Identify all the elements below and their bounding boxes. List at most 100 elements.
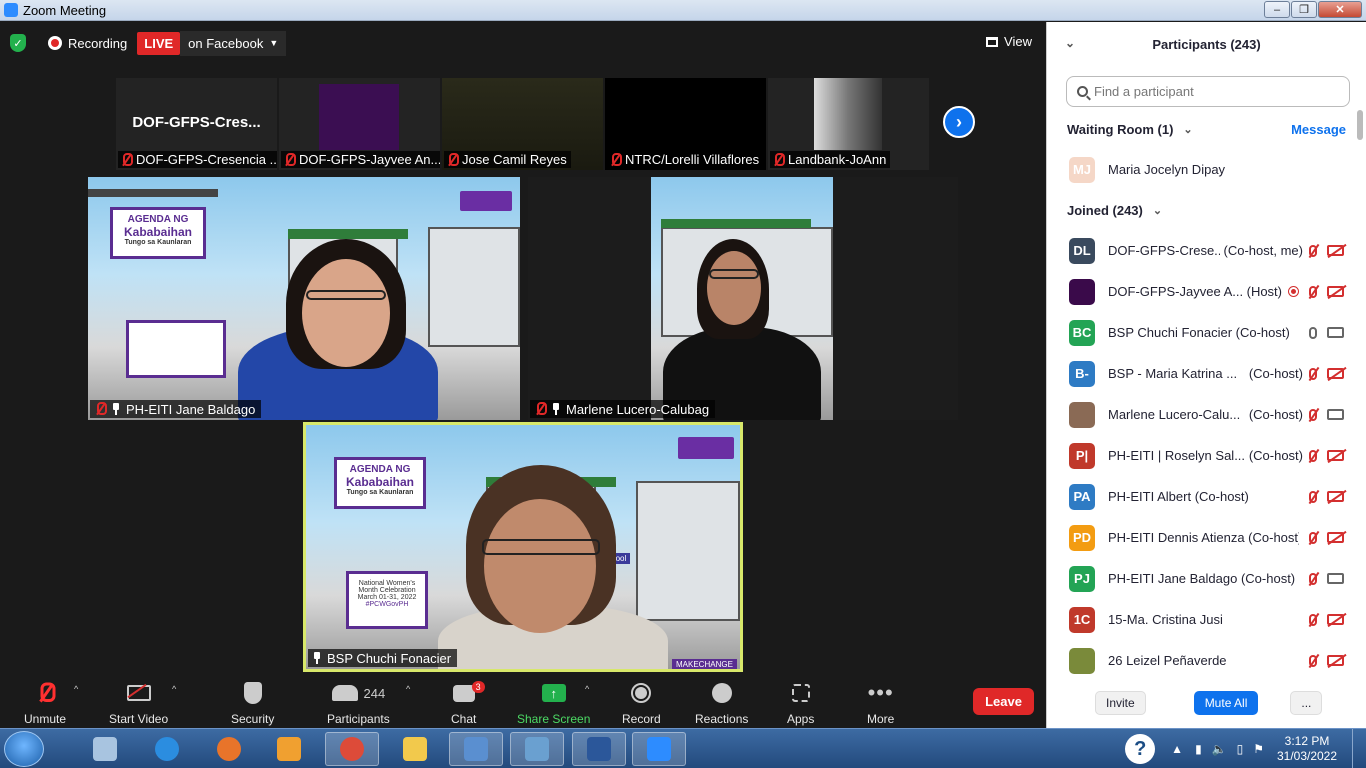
- participant-thumbnail[interactable]: Jose Camil Reyes: [442, 78, 603, 170]
- taskbar-word-button[interactable]: [572, 732, 626, 766]
- video-off-icon: [1327, 450, 1344, 461]
- next-page-button[interactable]: ›: [943, 106, 975, 138]
- participant-thumbnail[interactable]: DOF-GFPS-Cres... DOF-GFPS-Cresencia ...: [116, 78, 277, 170]
- encryption-shield-icon[interactable]: ✓: [10, 34, 26, 52]
- collapse-panel-icon[interactable]: ⌄: [1065, 36, 1075, 50]
- restore-button[interactable]: ❐: [1291, 1, 1317, 18]
- participant-row[interactable]: B- BSP - Maria Katrina ... (Co-host): [1047, 353, 1366, 394]
- security-label: Security: [231, 712, 275, 726]
- smiley-plus-icon: [711, 683, 732, 703]
- participant-role: (Host): [1246, 284, 1282, 299]
- invite-button[interactable]: Invite: [1095, 691, 1146, 715]
- participant-row[interactable]: PA PH-EITI Albert (Co-host): [1047, 476, 1366, 517]
- close-button[interactable]: ✕: [1318, 1, 1362, 18]
- live-badge[interactable]: LIVE: [137, 31, 181, 55]
- joined-header[interactable]: Joined (243) ⌄: [1047, 190, 1366, 230]
- chat-button[interactable]: 3 Chat: [451, 680, 485, 726]
- recording-indicator[interactable]: Recording: [48, 36, 127, 51]
- start-video-button[interactable]: Start Video: [109, 680, 168, 726]
- board-line: National Women's: [358, 580, 416, 587]
- flag-icon[interactable]: ⚑: [1253, 742, 1264, 756]
- taskbar-zoom-button[interactable]: [632, 732, 686, 766]
- mic-muted-icon[interactable]: [1309, 244, 1317, 257]
- participant-thumbnail[interactable]: DOF-GFPS-Jayvee An...: [279, 78, 440, 170]
- security-button[interactable]: Security: [231, 680, 274, 726]
- participant-row[interactable]: 1C 15-Ma. Cristina Jusi: [1047, 599, 1366, 640]
- mute-all-button[interactable]: Mute All: [1193, 691, 1259, 715]
- participants-options-caret[interactable]: ^: [406, 684, 410, 694]
- participant-search-input[interactable]: Find a participant: [1066, 76, 1350, 107]
- recording-label: Recording: [68, 35, 128, 51]
- participants-count: 244: [363, 685, 386, 701]
- participant-thumbnail[interactable]: NTRC/Lorelli Villaflores: [605, 78, 766, 170]
- waiting-room-header[interactable]: Waiting Room (1) ⌄ Message: [1047, 109, 1366, 149]
- mic-muted-icon[interactable]: [1309, 367, 1317, 380]
- taskbar-file-explorer-button[interactable]: [388, 732, 442, 766]
- participant-row[interactable]: PJ PH-EITI Jane Baldago (Co-host): [1047, 558, 1366, 599]
- panel-title: Participants (243): [1152, 36, 1261, 52]
- participant-row[interactable]: DOF-GFPS-Jayvee A... (Host): [1047, 271, 1366, 312]
- chat-unread-badge: 3: [471, 680, 485, 693]
- unmute-button[interactable]: Unmute: [24, 680, 66, 726]
- view-button[interactable]: View: [986, 34, 1032, 49]
- mic-muted-icon[interactable]: [1309, 613, 1317, 626]
- mic-muted-icon[interactable]: [1309, 285, 1317, 298]
- mic-muted-icon[interactable]: [1309, 408, 1317, 421]
- tray-arrow-icon[interactable]: ▲: [1171, 742, 1183, 756]
- record-button[interactable]: Record: [622, 680, 661, 726]
- zoom-app-icon: [4, 3, 18, 17]
- participant-row[interactable]: PD PH-EITI Dennis Atienza (Co-host): [1047, 517, 1366, 558]
- video-name-label: BSP Chuchi Fonacier: [308, 649, 458, 667]
- reactions-button[interactable]: Reactions: [695, 680, 748, 726]
- taskbar-firefox-button[interactable]: [202, 732, 256, 766]
- more-button[interactable]: ••• More: [867, 680, 894, 726]
- live-destination-menu[interactable]: on Facebook ▼: [180, 30, 287, 56]
- power-icon[interactable]: ▯: [1237, 742, 1244, 756]
- speaker-face: [302, 259, 390, 367]
- participant-row[interactable]: 26 Leizel Peñaverde: [1047, 640, 1366, 680]
- mic-muted-icon: [534, 402, 547, 416]
- taskbar-internet-explorer-button[interactable]: [140, 732, 194, 766]
- volume-icon[interactable]: 🔈: [1212, 742, 1227, 756]
- more-options-button[interactable]: ...: [1290, 691, 1323, 715]
- participant-row[interactable]: BC BSP Chuchi Fonacier (Co-host): [1047, 312, 1366, 353]
- participant-row[interactable]: DL DOF-GFPS-Crese... (Co-host, me): [1047, 230, 1366, 271]
- taskbar-photo-viewer-button[interactable]: [510, 732, 564, 766]
- mic-icon[interactable]: [1309, 326, 1317, 339]
- help-icon[interactable]: ?: [1125, 734, 1156, 764]
- waiting-participant-row[interactable]: MJ Maria Jocelyn Dipay: [1047, 149, 1366, 190]
- mic-muted-icon[interactable]: [1309, 490, 1317, 503]
- meeting-toolbar: Unmute ^ Start Video ^ Security 244 Part…: [0, 672, 1046, 728]
- participants-button[interactable]: 244 Participants: [327, 680, 390, 726]
- taskbar-calculator-button[interactable]: [78, 732, 132, 766]
- minimize-button[interactable]: –: [1264, 1, 1290, 18]
- zoom-icon: [647, 737, 671, 761]
- mic-muted-icon[interactable]: [1309, 572, 1317, 585]
- participant-row[interactable]: Marlene Lucero-Calu... (Co-host): [1047, 394, 1366, 435]
- participant-thumbnail[interactable]: Landbank-JoAnn: [768, 78, 929, 170]
- share-screen-button[interactable]: ↑ Share Screen: [517, 680, 590, 726]
- video-options-caret[interactable]: ^: [172, 684, 176, 694]
- taskbar-chrome-button[interactable]: [325, 732, 379, 766]
- video-tile[interactable]: AGENDA NG Kababaihan Tungo sa Kaunlaran …: [88, 177, 520, 420]
- start-button[interactable]: [4, 731, 44, 767]
- taskbar-clock[interactable]: 3:12 PM 31/03/2022: [1270, 734, 1344, 764]
- show-desktop-button[interactable]: [1352, 729, 1366, 768]
- panel-scrollbar[interactable]: [1357, 110, 1363, 140]
- video-tile[interactable]: Marlene Lucero-Calubag: [528, 177, 958, 420]
- panel-footer: Invite Mute All ...: [1047, 678, 1366, 728]
- share-options-caret[interactable]: ^: [585, 684, 589, 694]
- mic-muted-icon[interactable]: [1309, 531, 1317, 544]
- message-link[interactable]: Message: [1291, 122, 1346, 137]
- mic-muted-icon[interactable]: [1309, 654, 1317, 667]
- mic-muted-icon[interactable]: [1309, 449, 1317, 462]
- apps-button[interactable]: Apps: [787, 680, 814, 726]
- network-icon[interactable]: ▮: [1195, 742, 1202, 756]
- taskbar-media-player-button[interactable]: [262, 732, 316, 766]
- active-speaker-tile[interactable]: AGENDA NG Kababaihan Tungo sa Kaunlaran …: [303, 422, 743, 672]
- taskbar-remote-desktop-button[interactable]: [449, 732, 503, 766]
- leave-button[interactable]: Leave: [973, 688, 1034, 715]
- audio-options-caret[interactable]: ^: [74, 684, 78, 694]
- board-line: Month Celebration: [358, 587, 416, 594]
- participant-row[interactable]: P| PH-EITI | Roselyn Sal... (Co-host): [1047, 435, 1366, 476]
